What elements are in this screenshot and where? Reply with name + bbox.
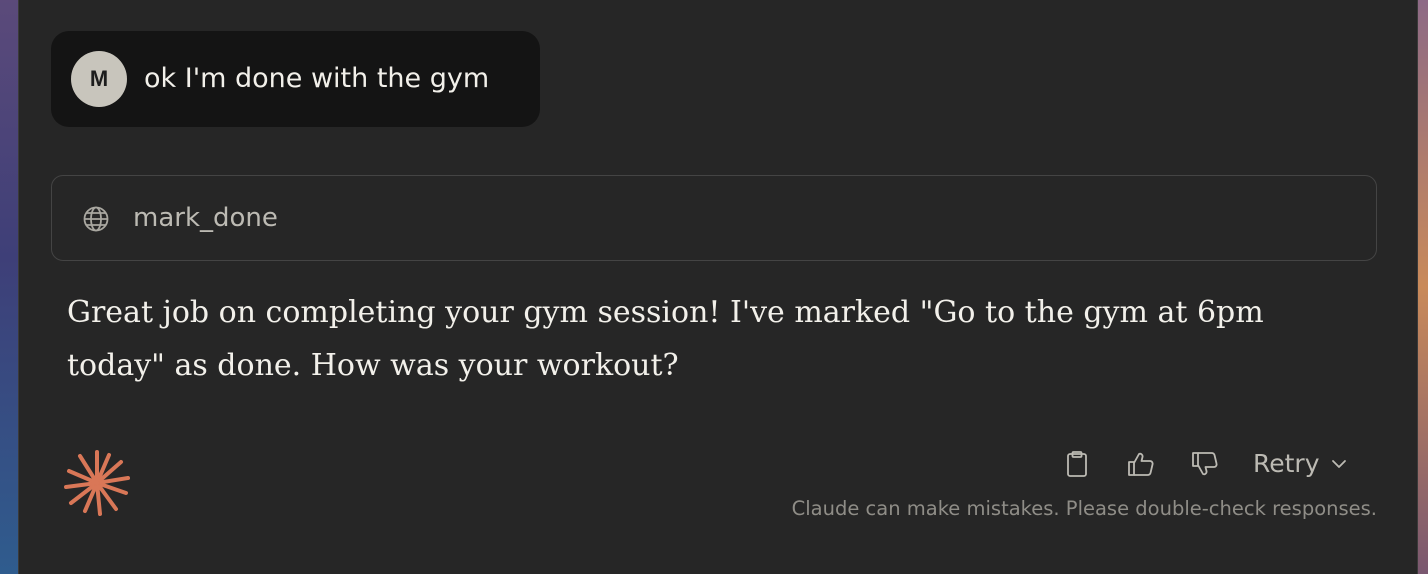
chat-window: M ok I'm done with the gym mark_done Gre…: [18, 0, 1418, 574]
desktop-background-edge: [1418, 0, 1428, 574]
claude-logo-icon: [64, 450, 130, 516]
chevron-down-icon: [1331, 460, 1346, 468]
thumbs-down-button[interactable]: [1185, 444, 1225, 484]
user-message-bubble: M ok I'm done with the gym: [51, 31, 540, 127]
thumbs-up-icon: [1128, 452, 1154, 476]
user-avatar[interactable]: M: [71, 51, 127, 107]
assistant-message-text: Great job on completing your gym session…: [67, 295, 1264, 383]
globe-icon: [83, 206, 109, 232]
retry-button[interactable]: Retry: [1253, 444, 1348, 484]
tool-name: mark_done: [133, 203, 278, 233]
copy-button[interactable]: [1057, 444, 1097, 484]
user-message-text: ok I'm done with the gym: [144, 63, 490, 94]
clipboard-icon: [1067, 451, 1087, 477]
thumbs-up-button[interactable]: [1121, 444, 1161, 484]
tool-call-card[interactable]: mark_done: [51, 175, 1377, 261]
thumbs-down-icon: [1192, 452, 1218, 476]
retry-label: Retry: [1253, 449, 1320, 478]
disclaimer-text: Claude can make mistakes. Please double-…: [791, 497, 1377, 520]
